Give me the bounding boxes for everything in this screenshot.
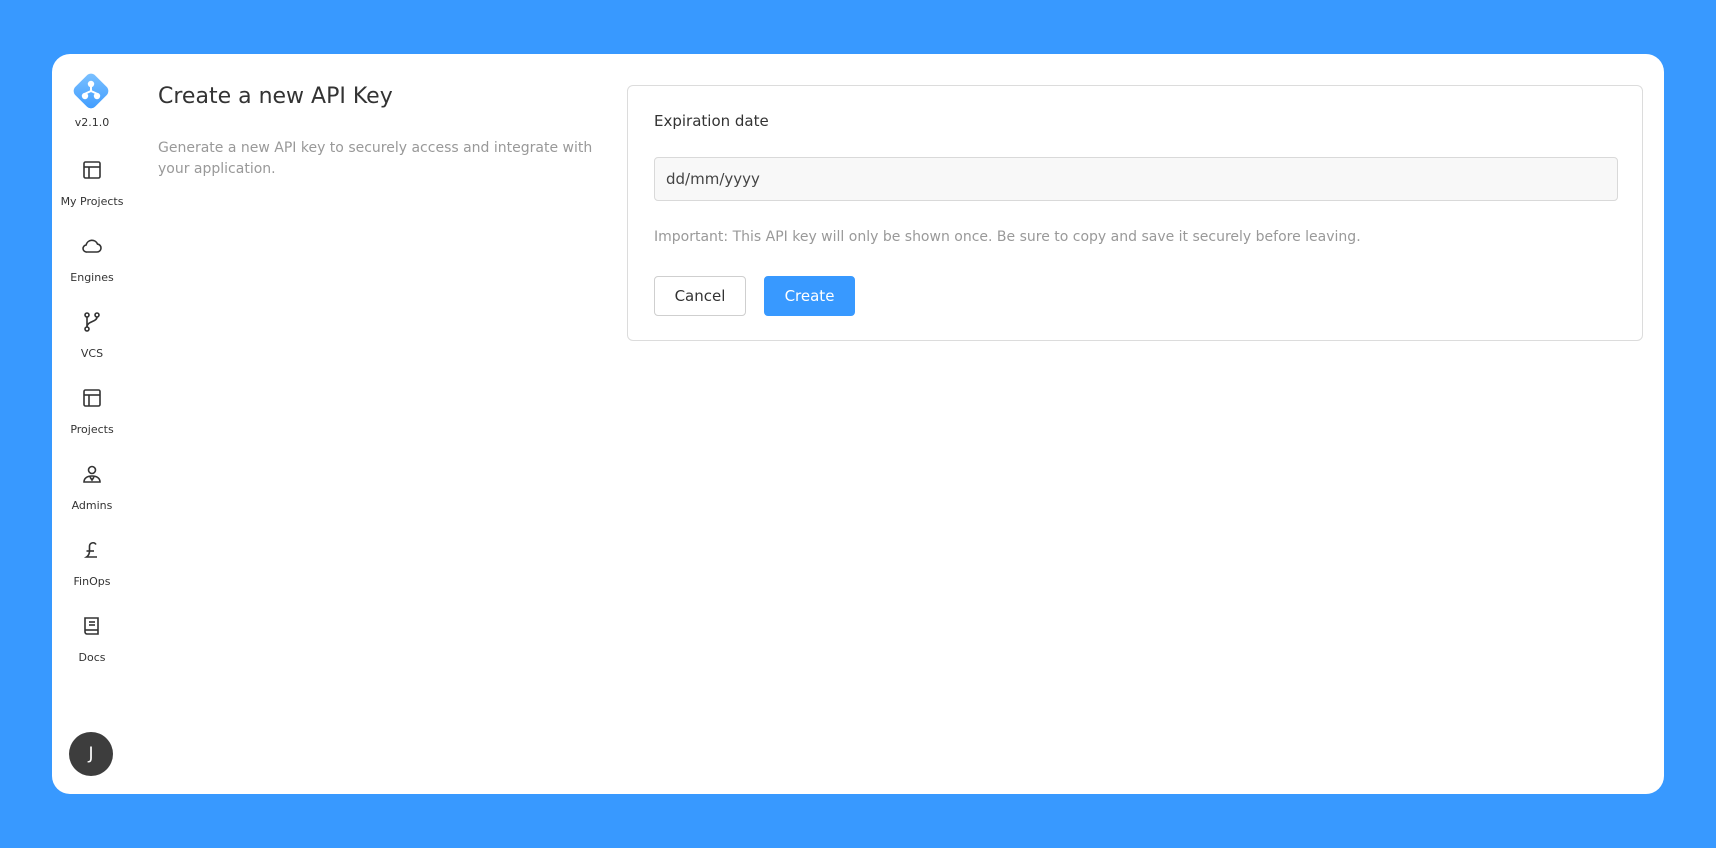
pound-icon [80, 538, 104, 562]
sidebar-item-label: Engines [70, 271, 114, 284]
book-icon [80, 614, 104, 638]
sidebar-item-label: Projects [70, 423, 114, 436]
sidebar-item-label: FinOps [73, 575, 111, 588]
app-logo[interactable] [70, 70, 112, 112]
sidebar-item-finops[interactable]: FinOps [52, 538, 132, 604]
sidebar-item-label: Admins [71, 499, 113, 512]
layout-icon [80, 158, 104, 182]
page-title: Create a new API Key [158, 84, 393, 109]
sidebar-item-vcs[interactable]: VCS [52, 310, 132, 376]
layout-icon [80, 386, 104, 410]
api-key-form-card: Expiration date Important: This API key … [627, 85, 1643, 341]
security-notice: Important: This API key will only be sho… [654, 229, 1361, 245]
logo-icon [73, 73, 109, 109]
sidebar-item-engines[interactable]: Engines [52, 234, 132, 300]
app-window: v2.1.0 My Projects Engines VCS Projects [52, 54, 1664, 794]
user-avatar[interactable]: J [69, 732, 113, 776]
sidebar-item-label: Docs [78, 651, 106, 664]
sidebar-item-my-projects[interactable]: My Projects [52, 158, 132, 224]
cancel-button[interactable]: Cancel [654, 276, 746, 316]
page-description: Generate a new API key to securely acces… [158, 140, 593, 177]
create-button[interactable]: Create [764, 276, 855, 316]
expiration-date-label: Expiration date [654, 112, 769, 130]
sidebar-item-admins[interactable]: Admins [52, 462, 132, 528]
sidebar: v2.1.0 My Projects Engines VCS Projects [52, 54, 132, 794]
version-label: v2.1.0 [74, 116, 110, 129]
cloud-icon [80, 234, 104, 258]
sidebar-item-label: My Projects [60, 195, 124, 208]
sidebar-item-label: VCS [80, 347, 104, 360]
sidebar-item-docs[interactable]: Docs [52, 614, 132, 680]
sidebar-item-projects[interactable]: Projects [52, 386, 132, 452]
expiration-date-input[interactable] [654, 157, 1618, 201]
user-badge-icon [80, 462, 104, 486]
git-branch-icon [80, 310, 104, 334]
